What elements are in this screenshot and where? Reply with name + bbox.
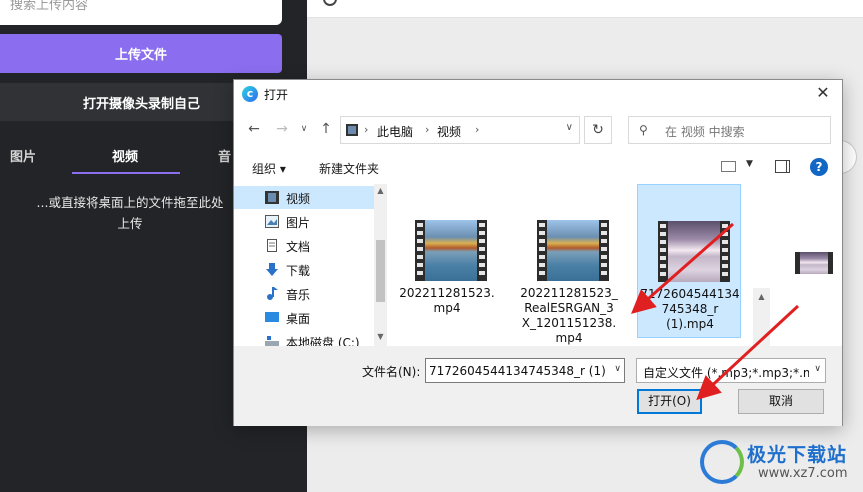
file-item[interactable]: 202211281523. mp4 [395,184,499,338]
tab-images[interactable]: 图片 [10,146,36,165]
nav-item-videos[interactable]: 视频 [234,186,374,209]
dialog-titlebar: c 打开 ✕ [234,80,842,108]
nav-item-downloads[interactable]: 下载 [234,258,374,281]
nav-item-label: 音乐 [286,288,311,302]
nav-item-label: 视频 [286,192,311,206]
open-file-dialog: c 打开 ✕ ← → ∨ ↑ › 此电脑 › 视频 › ∨ ↻ ⚲ 在 视频 中… [233,79,843,426]
file-type-value: 自定义文件 (*.mp3;*.mp3;*.m4 [643,366,809,380]
scroll-up-icon[interactable]: ▲ [375,186,386,195]
navigation-bar: ← → ∨ ↑ › 此电脑 › 视频 › ∨ ↻ ⚲ 在 视频 中搜索 [234,114,842,146]
file-name-line: (1).mp4 [666,317,714,331]
tab-audio[interactable]: 音 [218,146,231,165]
file-name-line: RealESRGAN_3 [524,301,614,315]
app-logo-icon: c [242,86,258,102]
watermark-name: 极光下载站 [747,444,848,466]
downloads-folder-icon [266,263,278,276]
view-mode-icon[interactable] [721,161,736,172]
navigation-pane: 视频 图片 文档 下载 音乐 桌面 本地磁盘 (C:) ▲ ▼ [234,184,387,350]
nav-item-desktop[interactable]: 桌面 [234,306,374,329]
file-list-scrollbar[interactable]: ▲ ▼ [753,288,770,346]
chevron-down-icon[interactable]: ∨ [614,364,621,374]
active-tab-indicator [72,172,180,174]
file-name-line: 202211281523. [399,286,495,300]
nav-item-label: 文档 [286,240,311,254]
filename-input[interactable]: 7172604544134745348_r (1).mp4 ∨ [425,358,625,383]
nav-item-documents[interactable]: 文档 [234,234,374,257]
help-icon[interactable]: ? [810,158,828,176]
video-folder-icon [265,191,279,204]
breadcrumb-this-pc[interactable]: 此电脑 [377,123,413,140]
video-folder-icon [346,124,358,136]
breadcrumb-videos[interactable]: 视频 [437,123,461,140]
documents-folder-icon [267,239,277,252]
file-name-line: 745348_r [661,302,719,316]
folder-search-placeholder: 在 视频 中搜索 [665,125,745,139]
breadcrumb-separator-icon: › [364,123,369,136]
tab-videos[interactable]: 视频 [112,146,138,165]
address-dropdown-icon[interactable]: ∨ [566,122,573,133]
file-name-line: mp4 [555,331,583,345]
open-button[interactable]: 打开(O) [637,389,702,414]
top-bar [307,0,863,18]
close-icon[interactable]: ✕ [812,82,834,104]
scroll-up-icon[interactable]: ▲ [756,292,767,301]
command-toolbar: 组织 ▾ 新建文件夹 ▼ ? [234,154,842,182]
file-name-line: 202211281523_ [520,286,618,300]
file-name-line: mp4 [433,301,461,315]
breadcrumb-separator-icon: › [425,123,430,136]
pictures-folder-icon [265,215,279,228]
site-watermark: 极光下载站 www.xz7.com [700,438,860,490]
drop-hint-line1: ...或直接将桌面上的文件拖至此处 [36,195,224,210]
forward-arrow-icon[interactable]: → [272,119,292,139]
up-arrow-icon[interactable]: ↑ [316,119,336,139]
scrollbar-thumb[interactable] [376,240,385,302]
folder-search-input[interactable]: ⚲ 在 视频 中搜索 [628,116,831,144]
nav-item-label: 图片 [286,216,311,230]
partial-video-thumbnail [795,252,833,274]
file-type-select[interactable]: 自定义文件 (*.mp3;*.mp3;*.m4 ∨ [636,358,826,383]
file-name: 202211281523_ RealESRGAN_3 X_1201151238.… [517,286,621,346]
cancel-button[interactable]: 取消 [738,389,824,414]
file-name-line: X_1201151238. [521,316,617,330]
video-thumbnail [658,221,730,282]
circle-icon[interactable] [323,0,337,6]
watermark-url: www.xz7.com [758,466,848,481]
file-name: 202211281523. mp4 [395,286,499,316]
filename-value: 7172604544134745348_r (1).mp4 [429,364,607,378]
file-list: 202211281523. mp4 202211281523_ RealESRG… [389,184,842,346]
drop-hint-line2: 上传 [117,216,143,231]
video-thumbnail [537,220,609,281]
file-item-selected[interactable]: 7172604544134 745348_r (1).mp4 [637,184,741,338]
nav-item-pictures[interactable]: 图片 [234,210,374,233]
search-icon: ⚲ [639,123,648,137]
chevron-down-icon[interactable]: ▼ [746,159,753,169]
file-item[interactable]: 202211281523_ RealESRGAN_3 X_1201151238.… [517,184,621,345]
search-input[interactable]: 搜索上传内容 [0,0,282,25]
chevron-down-icon[interactable]: ∨ [814,364,821,374]
dialog-title: 打开 [264,88,289,102]
video-thumbnail [415,220,487,281]
file-name: 7172604544134 745348_r (1).mp4 [638,287,742,332]
preview-pane-icon[interactable] [775,160,790,173]
music-folder-icon [267,287,278,300]
nav-item-label: 下载 [286,264,311,278]
scroll-down-icon[interactable]: ▼ [375,332,386,341]
desktop-folder-icon [265,312,279,322]
filename-label: 文件名(N): [362,365,421,379]
file-selection-area: 文件名(N): 7172604544134745348_r (1).mp4 ∨ … [234,346,842,426]
nav-item-label: 桌面 [286,312,311,326]
breadcrumb-separator-icon: › [475,123,480,136]
file-name-line: 7172604544134 [640,287,740,301]
watermark-logo-icon [700,440,744,484]
recent-locations-icon[interactable]: ∨ [294,119,314,139]
drop-hint: ...或直接将桌面上的文件拖至此处 上传 [10,192,250,234]
refresh-icon[interactable]: ↻ [584,116,612,144]
back-arrow-icon[interactable]: ← [244,119,264,139]
address-bar[interactable]: › 此电脑 › 视频 › ∨ [340,116,580,144]
nav-item-music[interactable]: 音乐 [234,282,374,305]
navigation-scrollbar[interactable]: ▲ ▼ [374,184,387,346]
organize-menu[interactable]: 组织 ▾ [252,160,286,177]
new-folder-button[interactable]: 新建文件夹 [319,160,379,177]
upload-file-button[interactable]: 上传文件 [0,34,282,73]
